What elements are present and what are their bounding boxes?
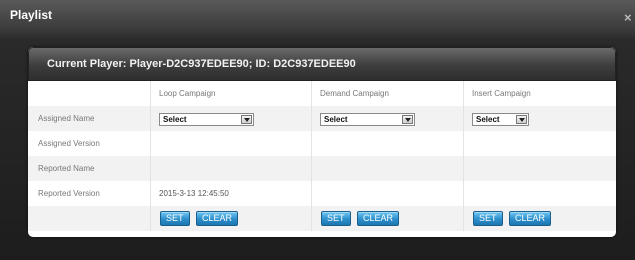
loop-set-button[interactable]: SET [160, 211, 190, 226]
insert-campaign-select-value: Select [476, 115, 500, 124]
insert-clear-button[interactable]: CLEAR [509, 211, 552, 226]
chevron-down-icon[interactable] [402, 115, 413, 124]
row-label-assigned-version: Assigned Version [38, 139, 100, 148]
close-icon[interactable]: × [624, 10, 632, 25]
campaign-grid: Loop Campaign Demand Campaign Insert Cam… [28, 81, 616, 231]
chevron-down-icon[interactable] [516, 115, 527, 124]
loop-campaign-select[interactable]: Select [159, 113, 254, 126]
demand-clear-button[interactable]: CLEAR [357, 211, 400, 226]
actions-row: SET CLEAR SET CLEAR SET CLEAR [28, 206, 616, 231]
row-label-assigned-name: Assigned Name [38, 114, 95, 123]
column-header-demand: Demand Campaign [311, 81, 463, 106]
reported-name-row: Reported Name [28, 156, 616, 181]
row-label-empty [28, 81, 150, 106]
current-player-header: Current Player: Player-D2C937EDEE90; ID:… [28, 47, 616, 81]
assigned-name-row: Assigned Name Select Select Select [28, 106, 616, 131]
window-title: Playlist [10, 8, 53, 22]
loop-reported-version: 2015-3-13 12:45:50 [150, 181, 311, 206]
insert-campaign-select[interactable]: Select [472, 113, 529, 126]
demand-set-button[interactable]: SET [321, 211, 351, 226]
demand-reported-version [311, 181, 463, 206]
insert-set-button[interactable]: SET [473, 211, 503, 226]
chevron-down-icon[interactable] [241, 115, 252, 124]
column-header-row: Loop Campaign Demand Campaign Insert Cam… [28, 81, 616, 106]
loop-clear-button[interactable]: CLEAR [196, 211, 239, 226]
row-label-reported-name: Reported Name [38, 164, 95, 173]
reported-version-row: Reported Version 2015-3-13 12:45:50 [28, 181, 616, 206]
column-header-loop: Loop Campaign [150, 81, 311, 106]
loop-campaign-select-value: Select [163, 115, 187, 124]
playlist-panel: Current Player: Player-D2C937EDEE90; ID:… [28, 47, 616, 237]
playlist-window: Playlist × Current Player: Player-D2C937… [0, 0, 635, 260]
insert-reported-version [463, 181, 616, 206]
assigned-version-row: Assigned Version [28, 131, 616, 156]
column-header-insert: Insert Campaign [463, 81, 616, 106]
demand-campaign-select[interactable]: Select [320, 113, 415, 126]
demand-campaign-select-value: Select [324, 115, 348, 124]
row-label-reported-version: Reported Version [38, 189, 100, 198]
